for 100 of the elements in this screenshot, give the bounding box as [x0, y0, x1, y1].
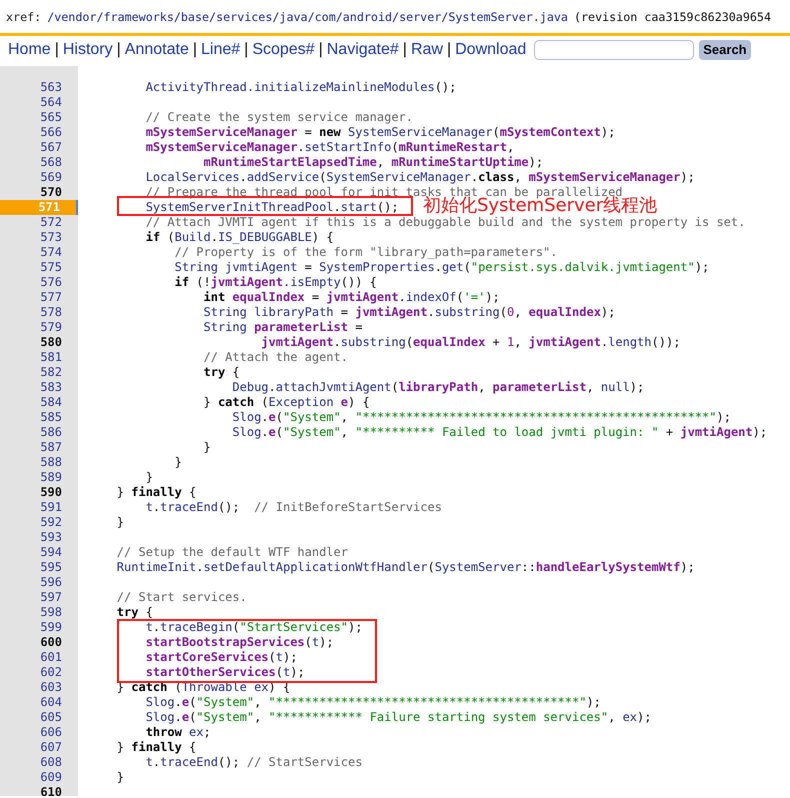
- path-link[interactable]: /android: [336, 10, 392, 24]
- path-link[interactable]: /SystemServer.java: [441, 10, 568, 24]
- line-number[interactable]: 575: [40, 260, 62, 274]
- line-number[interactable]: 586: [40, 425, 62, 439]
- search-button[interactable]: Search: [699, 40, 751, 60]
- nav-link[interactable]: Navigate#: [326, 40, 399, 58]
- line-number[interactable]: 580: [40, 335, 62, 349]
- path-link[interactable]: /services: [209, 10, 272, 24]
- line-number[interactable]: 596: [40, 575, 62, 589]
- code-line: mRuntimeStartElapsedTime, mRuntimeStartUptime);: [202, 155, 544, 170]
- path-link[interactable]: /java: [272, 10, 308, 24]
- line-number[interactable]: 589: [40, 470, 62, 484]
- code-line: startOtherServices(t);: [144, 665, 305, 680]
- code-line: try {: [202, 365, 240, 380]
- code-line: startCoreServices(t);: [144, 650, 298, 665]
- line-number[interactable]: 598: [40, 605, 62, 619]
- code-line: t.traceEnd(); // InitBeforeStartServices: [144, 500, 442, 515]
- nav-link[interactable]: Annotate: [124, 40, 189, 58]
- code-line: }: [144, 470, 153, 485]
- line-number[interactable]: 570: [40, 185, 62, 199]
- code-line: jvmtiAgent.substring(equalIndex + 1, jvmtiAgent.length());: [260, 335, 680, 350]
- xref-label: xref:: [6, 10, 42, 24]
- line-number[interactable]: 594: [40, 545, 62, 559]
- line-number[interactable]: 610: [40, 785, 62, 796]
- code-line: mSystemServiceManager = new SystemServiceManager(mSystemContext);: [144, 125, 616, 140]
- code-line: if (!jvmtiAgent.isEmpty()) {: [174, 275, 377, 290]
- line-number[interactable]: 584: [40, 395, 62, 409]
- line-number[interactable]: 572: [40, 215, 62, 229]
- code-line: ActivityThread.initializeMainlineModules();: [144, 80, 456, 95]
- code-line: LocalServices.addService(SystemServiceManager.class, mSystemServiceManager);: [144, 170, 695, 185]
- line-number[interactable]: 602: [40, 665, 62, 679]
- code-line: } finally {: [116, 740, 196, 755]
- line-number[interactable]: 600: [40, 635, 62, 649]
- code-line: RuntimeInit.setDefaultApplicationWtfHandler(SystemServer::handleEarlySystemWtf);: [116, 560, 695, 575]
- path-link[interactable]: /vendor: [47, 10, 96, 24]
- code-line: String libraryPath = jvmtiAgent.substring(0, equalIndex);: [202, 305, 616, 320]
- line-number[interactable]: 578: [40, 305, 62, 319]
- line-number[interactable]: 566: [40, 125, 62, 139]
- code-line: try {: [116, 605, 153, 620]
- code-line: Debug.attachJvmtiAgent(libraryPath, parameterList, null);: [231, 380, 644, 395]
- line-number[interactable]: 595: [40, 560, 62, 574]
- nav-link[interactable]: Line#: [201, 40, 240, 58]
- line-number[interactable]: 609: [40, 770, 62, 784]
- code-line: // Setup the default WTF handler: [116, 545, 348, 560]
- line-number[interactable]: 579: [40, 320, 62, 334]
- line-number[interactable]: 573: [40, 230, 62, 244]
- line-number[interactable]: 576: [40, 275, 62, 289]
- code-line: } finally {: [116, 485, 196, 500]
- path-link[interactable]: /base: [174, 10, 210, 24]
- line-number[interactable]: 605: [40, 710, 62, 724]
- line-number[interactable]: 569: [40, 170, 62, 184]
- nav-link[interactable]: Scopes#: [252, 40, 315, 58]
- code-line: throw ex;: [144, 725, 211, 740]
- code-line: t.traceBegin("StartServices");: [144, 620, 362, 635]
- line-number[interactable]: 588: [40, 455, 62, 469]
- line-number[interactable]: 564: [40, 95, 62, 109]
- line-number[interactable]: 563: [40, 80, 62, 94]
- code-line: Slog.e("System", "************ Failure starting system services", ex);: [144, 710, 652, 725]
- line-number[interactable]: 574: [40, 245, 62, 259]
- line-number[interactable]: 567: [40, 140, 62, 154]
- nav-link[interactable]: Home: [8, 40, 51, 58]
- line-number[interactable]: 565: [40, 110, 62, 124]
- line-number[interactable]: 585: [40, 410, 62, 424]
- nav-link[interactable]: History: [62, 40, 113, 58]
- line-number[interactable]: 587: [40, 440, 62, 454]
- line-number[interactable]: 599: [40, 620, 62, 634]
- path-link[interactable]: /frameworks: [96, 10, 174, 24]
- code-line: int equalIndex = jvmtiAgent.indexOf('=');: [202, 290, 500, 305]
- line-number[interactable]: 591: [40, 500, 62, 514]
- line-number[interactable]: 604: [40, 695, 62, 709]
- nav-link[interactable]: Raw: [410, 40, 443, 58]
- nav-link[interactable]: Download: [455, 40, 526, 58]
- line-number[interactable]: 606: [40, 725, 62, 739]
- line-number[interactable]: 603: [40, 680, 62, 694]
- line-number[interactable]: 607: [40, 740, 62, 754]
- line-number[interactable]: 593: [40, 530, 62, 544]
- line-number[interactable]: 582: [40, 365, 62, 379]
- code-line: }: [116, 770, 124, 785]
- nav-separator: |: [54, 40, 59, 58]
- code-line: }: [116, 515, 124, 530]
- code-line: String parameterList =: [202, 320, 362, 335]
- line-number[interactable]: 590: [40, 485, 62, 499]
- line-number[interactable]: 597: [40, 590, 62, 604]
- search-field[interactable]: [534, 40, 694, 60]
- path-link[interactable]: /com: [308, 10, 336, 24]
- line-number[interactable]: 568: [40, 155, 62, 169]
- code-line: } catch (Exception e) {: [202, 395, 370, 410]
- line-number[interactable]: 583: [40, 380, 62, 394]
- code-line: }: [202, 440, 211, 455]
- line-number[interactable]: 592: [40, 515, 62, 529]
- code-line: // Create the system service manager.: [144, 110, 414, 125]
- nav-separator: |: [446, 40, 452, 58]
- line-number[interactable]: 608: [40, 755, 62, 769]
- line-number[interactable]: 601: [40, 650, 62, 664]
- line-number[interactable]: 577: [40, 290, 62, 304]
- code-line: if (Build.IS_DEBUGGABLE) {: [144, 230, 334, 245]
- code-line: // Property is of the form "library_path=parameters".: [174, 245, 558, 260]
- line-number[interactable]: 581: [40, 350, 62, 364]
- path-link[interactable]: /server: [392, 10, 442, 24]
- code-line: // Attach JVMTI agent if this is a debuggable build and the system property is set.: [144, 215, 746, 230]
